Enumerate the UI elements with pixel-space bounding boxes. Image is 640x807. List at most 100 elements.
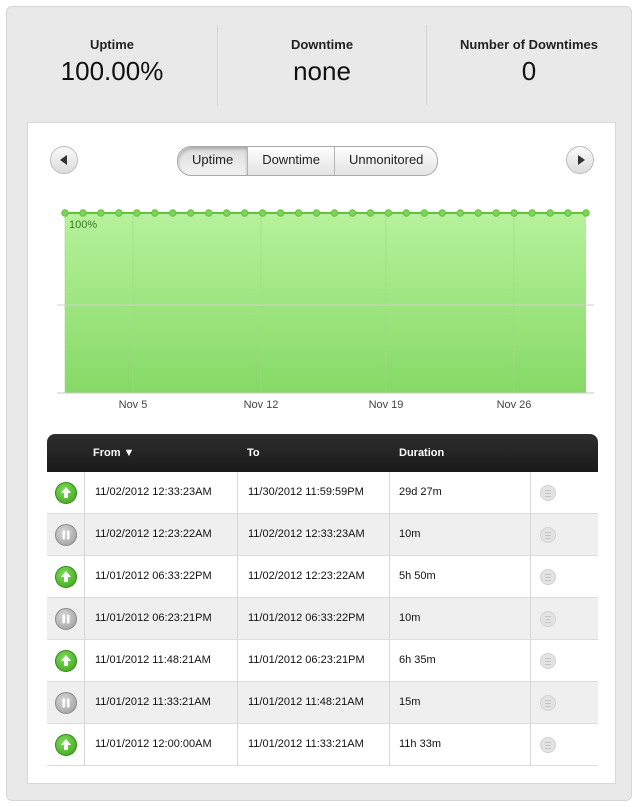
row-to: 11/01/2012 11:33:21AM [248, 738, 364, 750]
pause-icon [55, 608, 77, 630]
table-row: 11/01/2012 06:33:22PM 11/02/2012 12:23:22… [47, 556, 598, 598]
chart-point [79, 209, 87, 217]
row-to: 11/01/2012 11:48:21AM [248, 696, 364, 708]
row-to: 11/02/2012 12:33:23AM [248, 528, 365, 540]
row-duration: 6h 35m [399, 654, 436, 666]
chevron-right-icon [577, 155, 585, 165]
table-row: 11/01/2012 11:48:21AM 11/01/2012 06:23:21… [47, 640, 598, 682]
row-from: 11/02/2012 12:23:22AM [95, 528, 212, 540]
chart-point [61, 209, 69, 217]
chart-point [492, 209, 500, 217]
pause-icon [55, 524, 77, 546]
row-duration: 15m [399, 696, 421, 708]
chart-point [366, 209, 375, 217]
next-period-button[interactable] [566, 146, 594, 174]
chart-point [528, 209, 536, 217]
chart-point [384, 209, 393, 217]
chart-area [65, 213, 586, 393]
downtime-count-stat: Number of Downtimes 0 [425, 25, 633, 105]
row-from: 11/01/2012 11:33:21AM [95, 696, 211, 708]
chart-x-tick-label: Nov 12 [244, 399, 279, 411]
row-from: 11/01/2012 06:23:21PM [95, 612, 212, 624]
table-body: 11/02/2012 12:33:23AM 11/30/2012 11:59:59… [47, 472, 598, 766]
pause-icon [55, 692, 77, 714]
chart-point-label: 100% [69, 219, 97, 231]
chart-point [115, 209, 123, 217]
row-menu-icon[interactable] [540, 653, 556, 669]
chart-tabs: Uptime Downtime Unmonitored [177, 146, 439, 176]
chart-point [187, 209, 195, 217]
downtime-value: none [293, 56, 351, 86]
downtime-label: Downtime [290, 37, 354, 52]
downtime-count-value: 0 [521, 56, 537, 86]
chart-panel: Uptime Downtime Unmonitored 100% Nov 5 Nov… [27, 122, 616, 784]
column-header-duration[interactable]: Duration [399, 447, 444, 459]
chart-point [294, 209, 303, 217]
uptime-value: 100.00% [60, 56, 164, 86]
table-row: 11/02/2012 12:23:22AM 11/02/2012 12:33:23… [47, 514, 598, 556]
row-menu-icon[interactable] [540, 611, 556, 627]
row-to: 11/30/2012 11:59:59PM [248, 486, 364, 498]
downtime-count-label: Number of Downtimes [460, 37, 598, 52]
table-header: From ▼ To Duration [47, 434, 598, 472]
chart-point [402, 209, 411, 217]
events-table: From ▼ To Duration 11/02/2012 12:33:23AM… [47, 434, 598, 766]
chart-point [169, 209, 177, 217]
chart-point [564, 209, 572, 217]
chart-point [510, 209, 518, 217]
table-row: 11/01/2012 06:23:21PM 11/01/2012 06:33:22… [47, 598, 598, 640]
chart-point [222, 209, 231, 217]
row-menu-icon[interactable] [540, 527, 556, 543]
row-to: 11/01/2012 06:33:22PM [248, 612, 365, 624]
arrow-up-icon [55, 482, 77, 504]
chart-point [276, 209, 285, 217]
chart-point [258, 209, 267, 217]
chart-point [240, 209, 249, 217]
chart-point [151, 209, 159, 217]
row-to: 11/02/2012 12:23:22AM [248, 570, 365, 582]
tab-unmonitored[interactable]: Unmonitored [333, 147, 437, 175]
arrow-up-icon [55, 734, 77, 756]
prev-period-button[interactable] [50, 146, 78, 174]
chart-point [420, 209, 429, 217]
summary-stats: Uptime 100.00% Downtime none Number of D… [7, 7, 633, 117]
row-to: 11/01/2012 06:23:21PM [248, 654, 365, 666]
chart-x-tick-label: Nov 5 [119, 399, 148, 411]
row-duration: 10m [399, 528, 421, 540]
row-menu-icon[interactable] [540, 569, 556, 585]
row-duration: 10m [399, 612, 421, 624]
downtime-stat: Downtime none [217, 25, 427, 105]
uptime-stat: Uptime 100.00% [7, 25, 217, 105]
arrow-up-icon [55, 566, 77, 588]
row-from: 11/01/2012 06:33:22PM [95, 570, 212, 582]
tab-downtime[interactable]: Downtime [247, 147, 334, 175]
arrow-up-icon [55, 650, 77, 672]
row-menu-icon[interactable] [540, 695, 556, 711]
row-duration: 29d 27m [399, 486, 442, 498]
chart-point [474, 209, 482, 217]
table-row: 11/02/2012 12:33:23AM 11/30/2012 11:59:59… [47, 472, 598, 514]
chart-point [312, 209, 321, 217]
row-from: 11/01/2012 12:00:00AM [95, 738, 212, 750]
column-header-to[interactable]: To [247, 447, 260, 459]
row-duration: 5h 50m [399, 570, 436, 582]
row-from: 11/02/2012 12:33:23AM [95, 486, 212, 498]
chart-point [205, 209, 213, 217]
chart-x-tick-label: Nov 26 [497, 399, 532, 411]
uptime-label: Uptime [89, 37, 135, 52]
chart-point [133, 209, 141, 217]
table-row: 11/01/2012 12:00:00AM 11/01/2012 11:33:21… [47, 724, 598, 766]
column-header-from[interactable]: From ▼ [93, 447, 134, 459]
chart-x-tick-label: Nov 19 [369, 399, 404, 411]
chart-point [582, 209, 590, 217]
row-duration: 11h 33m [399, 738, 441, 750]
row-menu-icon[interactable] [540, 485, 556, 501]
report-container: Uptime 100.00% Downtime none Number of D… [6, 6, 632, 801]
chart-point [456, 209, 464, 217]
row-menu-icon[interactable] [540, 737, 556, 753]
chart-point [330, 209, 339, 217]
chart-point [546, 209, 554, 217]
chart-point [438, 209, 446, 217]
chart-point [348, 209, 357, 217]
tab-uptime[interactable]: Uptime [178, 147, 248, 175]
